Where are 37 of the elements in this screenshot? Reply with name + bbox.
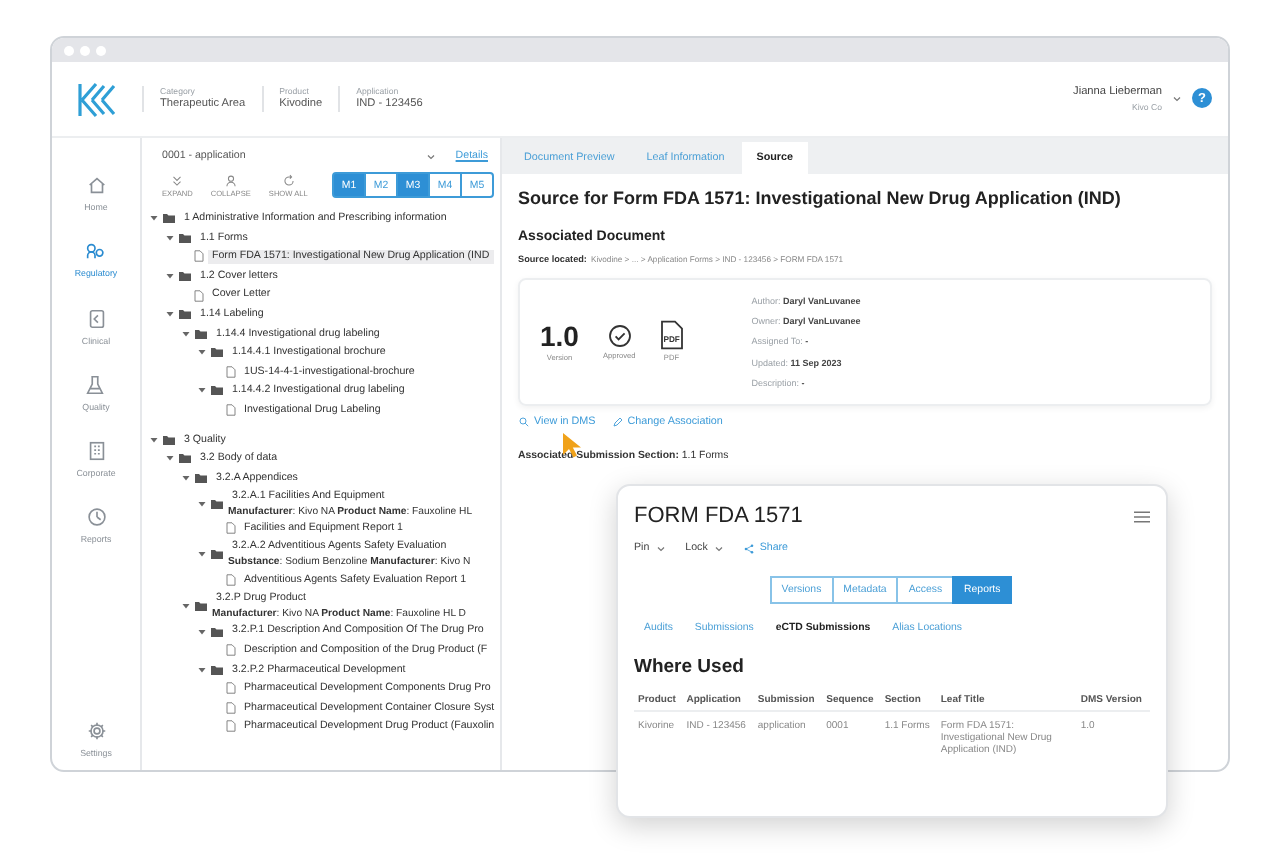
document-icon [226, 404, 236, 417]
flask-icon [84, 373, 107, 396]
document-icon [194, 250, 204, 263]
settings-icon [85, 719, 107, 742]
search-icon [518, 416, 530, 429]
document-icon [226, 644, 236, 657]
house-icon [85, 174, 107, 196]
refresh-icon [281, 173, 296, 188]
page-title: Source for Form FDA 1571: Investigational New Drug Application (IND) [518, 188, 1123, 210]
chevrons-icon [170, 173, 185, 188]
chevron-icon [655, 543, 666, 554]
folder-icon [210, 663, 224, 676]
panel-title: FORM FDA 1571 [634, 504, 803, 531]
caret-icon[interactable] [198, 627, 206, 635]
folder-icon [210, 548, 224, 561]
chevron-icon [1172, 93, 1182, 104]
share-icon [743, 543, 754, 554]
link-icon [84, 240, 107, 263]
gauge-icon [85, 506, 107, 529]
document-icon [226, 573, 236, 586]
document-icon [85, 307, 107, 330]
chevron-icon [713, 543, 724, 554]
folder-icon [178, 269, 192, 282]
building-icon [85, 440, 107, 463]
section-heading: Where Used [634, 656, 746, 679]
logo-icon [75, 81, 119, 117]
chevron-icon [425, 151, 436, 162]
check-circle-icon [607, 323, 632, 348]
menu-icon[interactable] [1134, 510, 1150, 525]
document-icon [226, 522, 236, 535]
document-icon [194, 289, 204, 302]
pencil-icon [611, 416, 624, 429]
file-icon [659, 320, 684, 351]
folder-icon [210, 384, 224, 397]
document-icon [226, 365, 236, 378]
version-number: 1.0 [540, 321, 579, 350]
user-icon [223, 173, 238, 188]
